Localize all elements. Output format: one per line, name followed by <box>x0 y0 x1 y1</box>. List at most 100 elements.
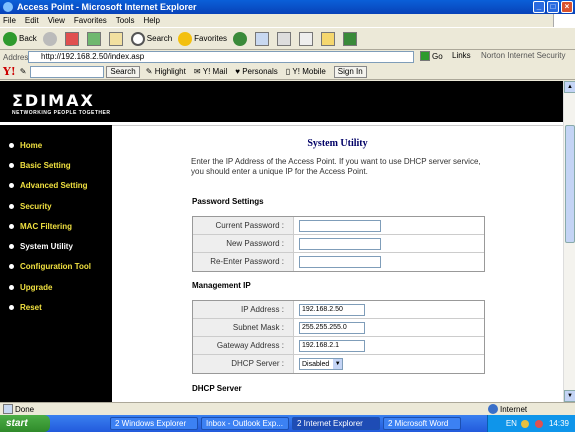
nav-advanced-setting[interactable]: Advanced Setting <box>0 176 112 196</box>
table-row: DHCP Server : Disabled ▼ <box>193 355 484 373</box>
nav-security[interactable]: Security <box>0 196 112 216</box>
scroll-down-icon[interactable]: ▼ <box>564 390 575 402</box>
yahoo-mobile[interactable]: ▯ Y! Mobile <box>286 67 326 76</box>
stop-button[interactable] <box>64 31 81 46</box>
yahoo-logo[interactable]: Y! <box>3 65 16 78</box>
refresh-button[interactable] <box>86 31 103 46</box>
task-outlook-express[interactable]: Inbox - Outlook Exp... <box>201 417 289 430</box>
vertical-scrollbar[interactable]: ▲ ▼ <box>563 81 575 402</box>
yahoo-search-button[interactable]: Search <box>106 65 140 78</box>
nav-system-utility[interactable]: System Utility <box>0 236 112 256</box>
reenter-password-input[interactable] <box>299 256 381 268</box>
menu-favorites[interactable]: Favorites <box>74 16 107 25</box>
yahoo-personals[interactable]: ♥ Personals <box>235 67 278 76</box>
envelope-icon: ✉ <box>193 67 201 76</box>
star-icon <box>178 31 193 46</box>
menu-file[interactable]: File <box>3 16 16 25</box>
mail-button[interactable] <box>255 31 271 46</box>
reenter-password-label: Re-Enter Password : <box>193 253 294 271</box>
task-internet-explorer[interactable]: 2 Internet Explorer <box>292 417 380 430</box>
nav-basic-setting[interactable]: Basic Setting <box>0 155 112 175</box>
minimize-button[interactable]: _ <box>533 1 545 13</box>
gateway-address-input[interactable]: 192.168.2.1 <box>299 339 365 352</box>
page-icon <box>3 404 13 414</box>
norton-security-link[interactable]: Norton Internet Security <box>481 51 565 60</box>
tray-icon[interactable] <box>534 419 543 428</box>
messenger-button[interactable] <box>343 31 359 46</box>
home-button[interactable] <box>108 31 125 46</box>
language-indicator[interactable]: EN <box>506 419 517 428</box>
task-windows-explorer[interactable]: 2 Windows Explorer <box>110 417 198 430</box>
ip-address-input[interactable]: 192.168.2.50 <box>299 303 365 316</box>
table-row: Re-Enter Password : <box>193 253 484 271</box>
edit-button[interactable] <box>299 31 315 46</box>
folder-button[interactable] <box>321 31 337 46</box>
management-ip-table: IP Address : 192.168.2.50 Subnet Mask : … <box>192 300 485 374</box>
browser-toolbar: Back Search Favorites <box>0 27 575 50</box>
status-text: Done <box>15 404 35 414</box>
yahoo-highlight[interactable]: ✎ Highlight <box>146 67 186 76</box>
bullet-icon <box>9 244 14 250</box>
new-password-label: New Password : <box>193 235 294 252</box>
main-content: System Utility Enter the IP Address of t… <box>112 125 563 402</box>
go-button[interactable]: Go <box>420 51 443 61</box>
status-bar: Done Internet <box>0 402 575 415</box>
menu-bar: File Edit View Favorites Tools Help <box>0 14 575 27</box>
refresh-icon <box>86 31 101 46</box>
table-row: Gateway Address : 192.168.2.1 <box>193 337 484 355</box>
current-password-input[interactable] <box>299 219 381 232</box>
yahoo-pencil-icon[interactable]: ✎ <box>20 67 27 76</box>
forward-arrow-icon <box>42 31 57 46</box>
windows-flag-icon <box>553 14 575 27</box>
bullet-icon <box>9 305 14 311</box>
tray-icon[interactable] <box>520 419 529 428</box>
back-button[interactable]: Back <box>3 31 37 46</box>
dhcp-server-label: DHCP Server : <box>193 355 294 373</box>
scrollbar-thumb[interactable] <box>565 125 575 243</box>
yahoo-search-input[interactable] <box>30 65 105 78</box>
search-icon <box>130 31 145 46</box>
close-button[interactable]: × <box>561 1 573 13</box>
history-icon <box>233 31 248 46</box>
scroll-up-icon[interactable]: ▲ <box>564 81 575 93</box>
favorites-button[interactable]: Favorites <box>178 31 227 46</box>
links-button[interactable]: Links <box>452 51 471 60</box>
dhcp-server-select[interactable]: Disabled ▼ <box>299 358 344 370</box>
go-arrow-icon <box>420 51 430 61</box>
menu-view[interactable]: View <box>48 16 65 25</box>
address-bar: Address http://192.168.2.50/index.asp Go… <box>0 50 575 64</box>
menu-help[interactable]: Help <box>143 16 159 25</box>
personals-icon: ♥ <box>235 67 240 76</box>
subnet-mask-input[interactable]: 255.255.255.0 <box>299 321 365 334</box>
nav-configuration-tool[interactable]: Configuration Tool <box>0 257 112 277</box>
folder-icon <box>321 31 336 46</box>
new-password-input[interactable] <box>299 237 381 250</box>
password-section-heading: Password Settings <box>192 197 264 206</box>
history-button[interactable] <box>233 31 249 46</box>
yahoo-signin-button[interactable]: Sign In <box>333 65 367 78</box>
management-ip-heading: Management IP <box>192 281 251 290</box>
table-row: Subnet Mask : 255.255.255.0 <box>193 319 484 337</box>
nav-upgrade[interactable]: Upgrade <box>0 277 112 297</box>
gateway-address-label: Gateway Address : <box>193 337 294 354</box>
start-button[interactable]: start <box>0 415 50 432</box>
print-button[interactable] <box>277 31 293 46</box>
yahoo-mail[interactable]: ✉ Y! Mail <box>194 67 227 76</box>
maximize-button[interactable]: □ <box>547 1 559 13</box>
bullet-icon <box>9 264 14 270</box>
nav-reset[interactable]: Reset <box>0 297 112 317</box>
bullet-icon <box>9 142 14 148</box>
forward-button[interactable] <box>42 31 59 46</box>
nav-mac-filtering[interactable]: MAC Filtering <box>0 216 112 236</box>
table-row: IP Address : 192.168.2.50 <box>193 301 484 319</box>
nav-home[interactable]: Home <box>0 135 112 155</box>
password-table: Current Password : New Password : Re-Ent… <box>192 216 485 272</box>
menu-edit[interactable]: Edit <box>25 16 39 25</box>
mail-icon <box>255 31 270 46</box>
security-zone: Internet <box>488 404 527 414</box>
search-button[interactable]: Search <box>130 31 172 46</box>
print-icon <box>277 31 292 46</box>
menu-tools[interactable]: Tools <box>116 16 135 25</box>
task-microsoft-word[interactable]: 2 Microsoft Word <box>383 417 461 430</box>
address-input[interactable]: http://192.168.2.50/index.asp <box>28 51 414 63</box>
